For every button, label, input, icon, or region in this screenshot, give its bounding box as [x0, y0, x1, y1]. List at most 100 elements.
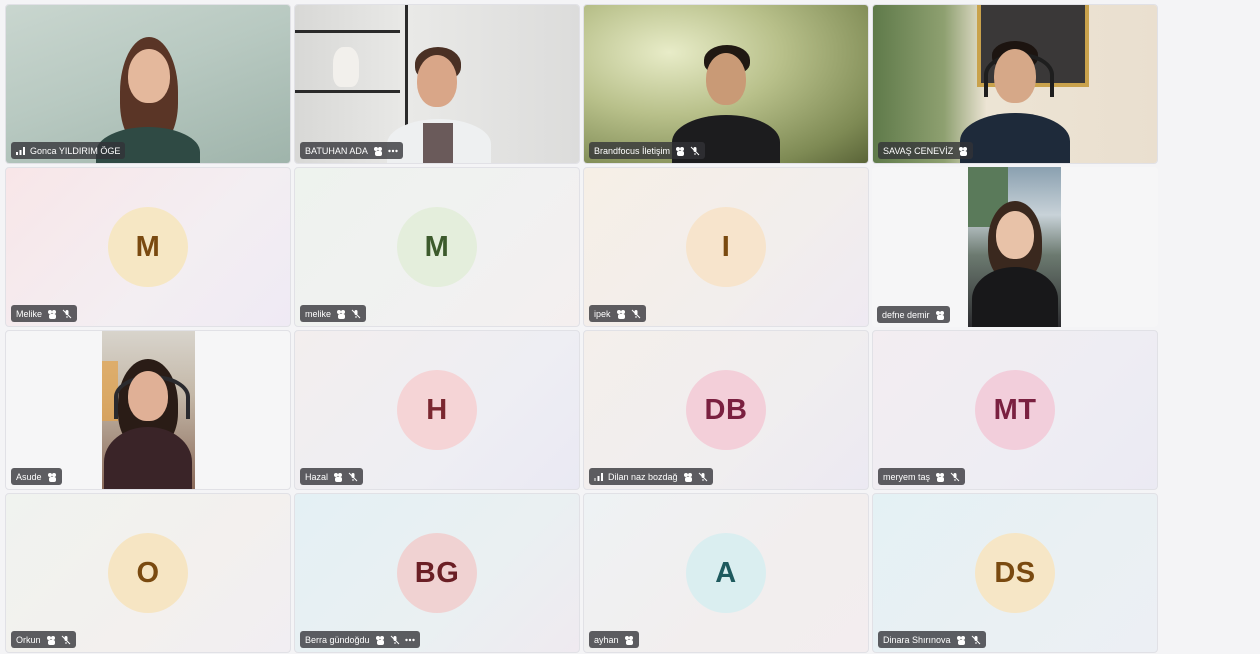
signal-icon [594, 472, 603, 481]
participant-name: Dilan naz bozdağ [608, 471, 678, 482]
raise-hand-icon [624, 635, 633, 645]
avatar-initials: BG [414, 556, 460, 589]
participant-name: Hazal [305, 471, 329, 482]
avatar: MT [975, 370, 1055, 450]
participant-tile[interactable]: Asude [5, 330, 291, 490]
participant-name: SAVAŞ CENEVİZ [883, 145, 954, 156]
participant-tile[interactable]: A ayhan [583, 493, 869, 653]
participant-tile[interactable]: DB Dilan naz bozdağ [583, 330, 869, 490]
avatar-initials: MT [993, 393, 1037, 426]
mic-muted-icon [351, 309, 361, 318]
avatar-initials: DS [994, 556, 1036, 589]
participant-name: Orkun [16, 634, 41, 645]
participant-name: ipek [594, 308, 611, 319]
raise-hand-icon [683, 472, 692, 482]
avatar: BG [397, 533, 477, 613]
name-tag: Orkun [11, 631, 76, 648]
participant-name: Asude [16, 471, 42, 482]
name-tag: Gonca YILDIRIM ÖGE [11, 142, 126, 159]
participant-name: meryem taş [883, 471, 931, 482]
more-options-icon[interactable] [388, 149, 398, 153]
name-tag: Berra gündoğdu [300, 631, 420, 648]
video-feed [584, 5, 868, 163]
participant-tile[interactable]: I ipek [583, 167, 869, 327]
name-tag: ayhan [589, 631, 639, 648]
raise-hand-icon [334, 472, 343, 482]
avatar: M [397, 207, 477, 287]
mic-muted-icon [390, 635, 399, 644]
avatar: A [686, 533, 766, 613]
participant-tile[interactable]: H Hazal [294, 330, 580, 490]
participant-tile[interactable]: M Melike [5, 167, 291, 327]
avatar-initials: A [715, 556, 737, 589]
participant-tile[interactable]: DS Dinara Shırınova [872, 493, 1158, 653]
video-feed [102, 331, 195, 489]
raise-hand-icon [46, 635, 55, 645]
signal-icon [16, 146, 25, 155]
video-feed [6, 5, 290, 163]
mic-muted-icon [950, 472, 960, 481]
raise-hand-icon [936, 472, 945, 482]
raise-hand-icon [956, 635, 965, 645]
participant-name: melike [305, 308, 332, 319]
raise-hand-icon [375, 635, 384, 645]
participant-tile[interactable]: BG Berra gündoğdu [294, 493, 580, 653]
avatar: M [108, 207, 188, 287]
mic-muted-icon [61, 635, 70, 644]
avatar: DS [975, 533, 1055, 613]
more-options-icon[interactable] [404, 638, 415, 642]
participant-name: BATUHAN ADA [305, 145, 368, 156]
name-tag: Brandfocus İletişim [589, 142, 706, 159]
avatar: O [108, 533, 188, 613]
participant-tile[interactable]: SAVAŞ CENEVİZ [872, 4, 1158, 164]
participant-tile[interactable]: M melike [294, 167, 580, 327]
video-feed [968, 167, 1061, 327]
participant-tile[interactable]: Brandfocus İletişim [583, 4, 869, 164]
video-feed [295, 5, 579, 163]
avatar-initials: M [424, 230, 450, 263]
avatar-initials: M [135, 230, 161, 263]
mic-muted-icon [348, 472, 358, 481]
name-tag: Asude [11, 468, 62, 485]
name-tag: meryem taş [878, 468, 966, 485]
mic-muted-icon [631, 309, 640, 318]
video-feed [873, 5, 1157, 163]
raise-hand-icon [935, 310, 944, 320]
avatar-initials: DB [704, 393, 748, 426]
raise-hand-icon [47, 472, 56, 482]
avatar: H [397, 370, 477, 450]
avatar-initials: H [426, 393, 448, 426]
raise-hand-icon [959, 146, 968, 156]
participant-name: defne demir [882, 309, 930, 320]
participant-name: ayhan [594, 634, 619, 645]
name-tag: SAVAŞ CENEVİZ [878, 142, 974, 159]
name-tag: ipek [589, 305, 646, 322]
raise-hand-icon [337, 309, 346, 319]
participant-tile[interactable]: O Orkun [5, 493, 291, 653]
mic-muted-icon [698, 472, 707, 481]
participant-tile[interactable]: BATUHAN ADA [294, 4, 580, 164]
avatar: DB [686, 370, 766, 450]
avatar-initials: I [721, 230, 731, 263]
name-tag: Dilan naz bozdağ [589, 468, 713, 485]
name-tag: Dinara Shırınova [878, 631, 986, 648]
name-tag: BATUHAN ADA [300, 142, 403, 159]
name-tag: Hazal [300, 468, 364, 485]
avatar-initials: O [136, 556, 160, 589]
raise-hand-icon [676, 146, 685, 156]
mic-muted-icon [62, 309, 72, 318]
avatar: I [686, 207, 766, 287]
participant-grid: Gonca YILDIRIM ÖGE BATUHAN ADA Brandfocu… [5, 4, 1158, 653]
name-tag: Melike [11, 305, 78, 322]
participant-name: Brandfocus İletişim [594, 145, 671, 156]
name-tag: defne demir [877, 306, 950, 323]
participant-name: Dinara Shırınova [883, 634, 951, 645]
name-tag: melike [300, 305, 367, 322]
raise-hand-icon [616, 309, 625, 319]
mic-muted-icon [690, 146, 700, 155]
participant-tile[interactable]: Gonca YILDIRIM ÖGE [5, 4, 291, 164]
participant-name: Melike [16, 308, 43, 319]
participant-tile[interactable]: MT meryem taş [872, 330, 1158, 490]
participant-tile[interactable]: defne demir [872, 167, 1158, 327]
participant-name: Berra gündoğdu [305, 634, 370, 645]
